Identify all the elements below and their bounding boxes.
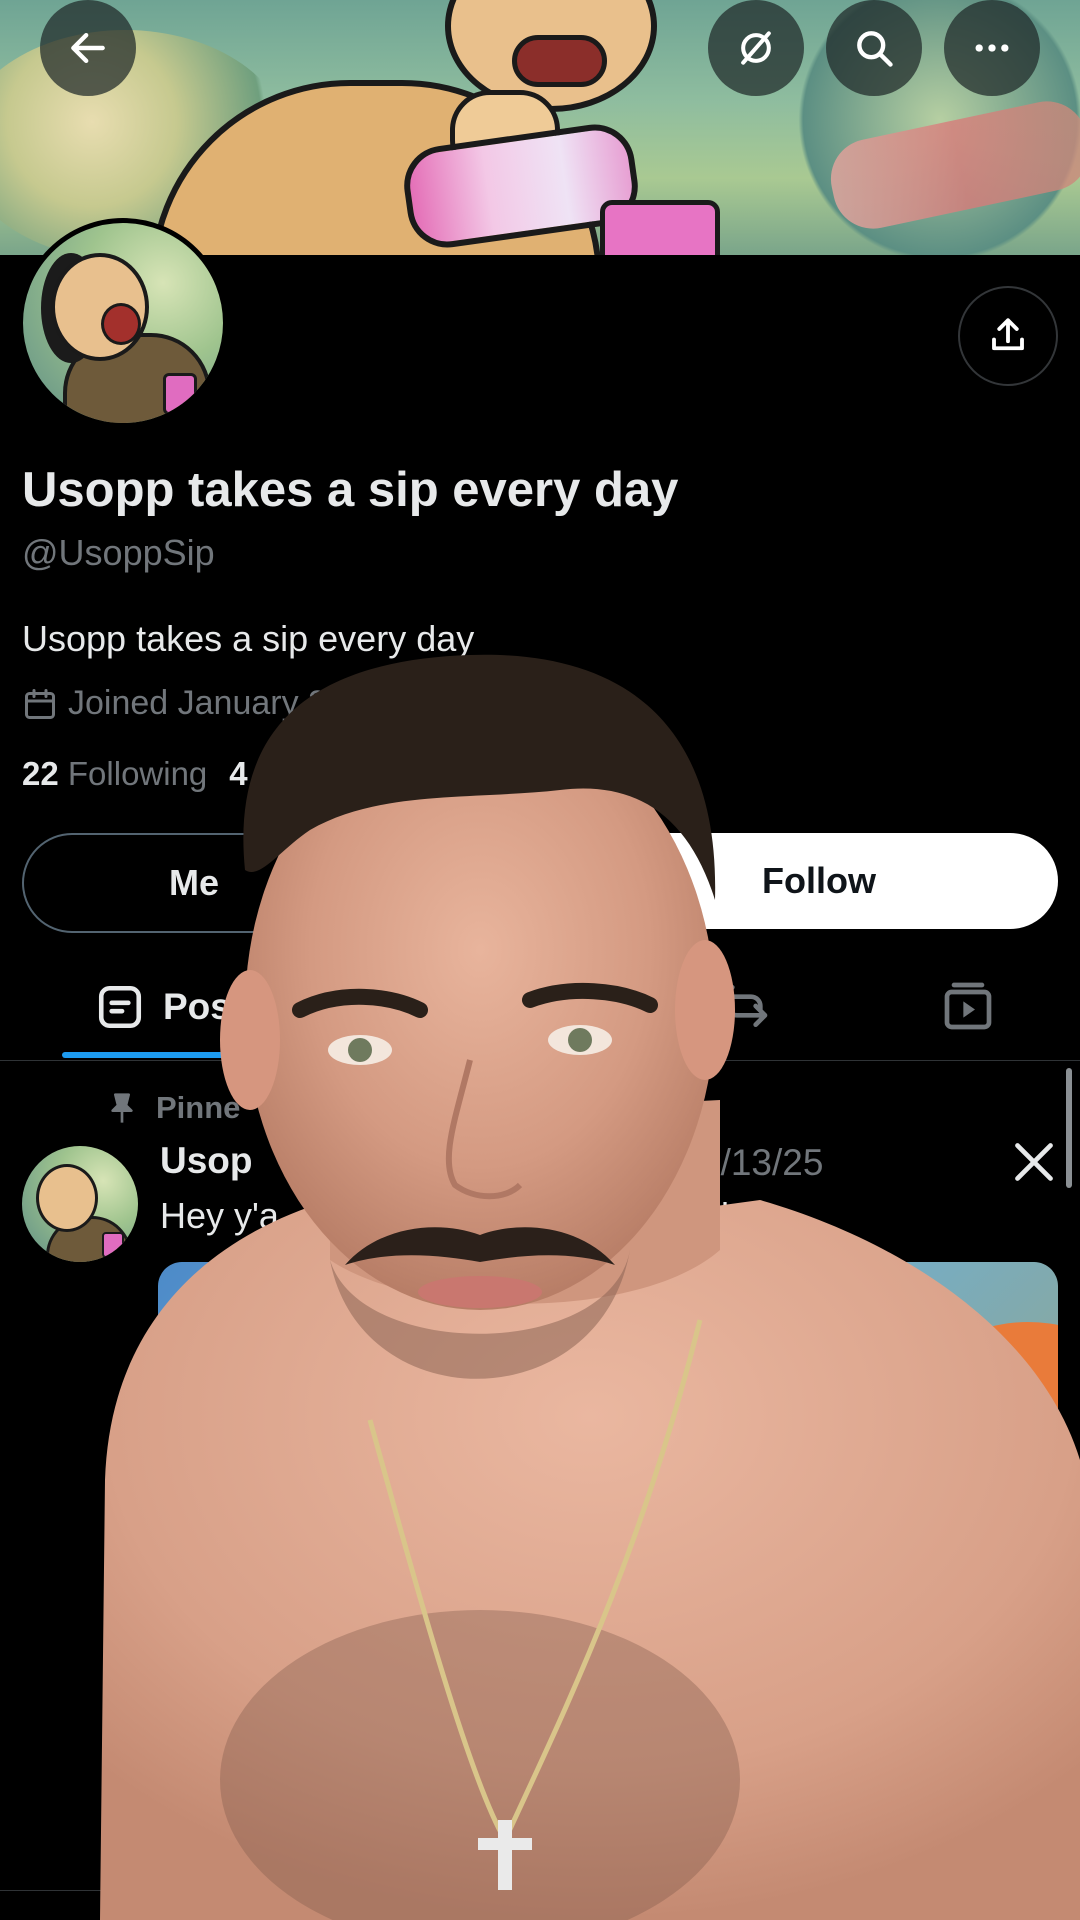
post-avatar-head	[36, 1164, 98, 1232]
post-media-image[interactable]	[158, 1262, 1058, 1822]
more-button[interactable]	[944, 0, 1040, 96]
avatar-cup	[163, 373, 197, 415]
arrow-left-icon	[71, 32, 105, 64]
post-date: 0/13/25	[700, 1142, 824, 1183]
avatar-mouth	[101, 303, 141, 345]
following-count: 22	[22, 755, 59, 792]
post-image-orange-shape	[918, 1322, 1058, 1482]
tab-posts-label: Post	[163, 986, 244, 1027]
share-button[interactable]	[958, 286, 1058, 386]
more-icon	[975, 44, 1009, 52]
post-author-name[interactable]: Usop	[160, 1140, 253, 1182]
pin-icon	[111, 1093, 133, 1123]
avatar-head	[51, 253, 149, 361]
joined-text: Joined January 20	[68, 684, 346, 722]
calendar-icon	[25, 688, 55, 719]
post-text: Hey y'a update	[160, 1195, 779, 1237]
user-handle: @UsoppSip	[22, 532, 215, 573]
banner-character-mouth	[512, 35, 607, 87]
grok-button[interactable]	[708, 0, 804, 96]
posts-icon	[98, 985, 142, 1029]
joined-date: Joined January 20	[22, 684, 346, 723]
tab-posts[interactable]: Post	[95, 982, 243, 1032]
profile-avatar[interactable]	[18, 218, 228, 428]
message-button[interactable]: Me	[22, 833, 366, 933]
banner-bottle-base	[600, 200, 720, 255]
grok-icon	[741, 31, 771, 65]
pinned-indicator: Pinne	[108, 1090, 240, 1126]
post-image-yellow-shape	[198, 1262, 450, 1544]
scrollbar[interactable]	[1066, 1068, 1072, 1188]
x-logo-icon	[1015, 1143, 1053, 1181]
profile-bio: Usopp takes a sip every day	[22, 618, 475, 659]
follow-stats: 22 Following 4	[22, 755, 248, 793]
back-button[interactable]	[40, 0, 136, 96]
active-tab-indicator	[62, 1052, 292, 1058]
following-stat[interactable]: 22 Following	[22, 755, 207, 793]
post-avatar-cup	[102, 1232, 124, 1258]
follow-button[interactable]: Follow	[580, 833, 1058, 929]
search-button[interactable]	[826, 0, 922, 96]
display-name: Usopp takes a sip every day	[22, 463, 679, 517]
media-icon[interactable]	[940, 978, 996, 1034]
post-author-avatar[interactable]	[22, 1146, 138, 1262]
pinned-label: Pinne	[156, 1090, 241, 1125]
repost-icon[interactable]	[716, 978, 772, 1034]
post-text-start: Hey y'a	[160, 1195, 279, 1236]
followers-count[interactable]: 4	[229, 755, 247, 793]
search-icon	[857, 31, 893, 67]
post-text-end: update	[668, 1195, 780, 1236]
divider	[0, 1890, 1080, 1891]
following-label: Following	[67, 755, 208, 792]
share-icon	[992, 318, 1024, 351]
